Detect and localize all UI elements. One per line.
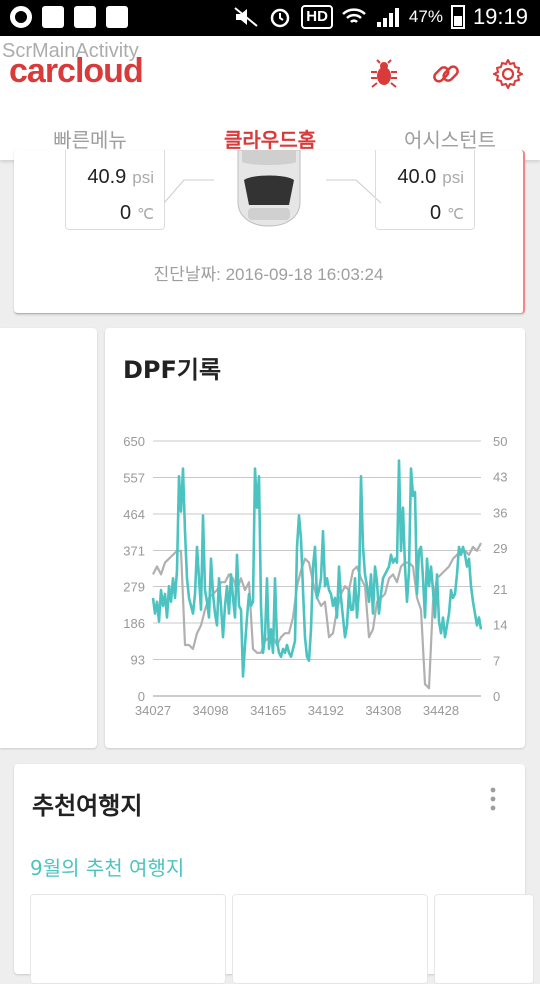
left-tire-pressure: 40.9	[87, 166, 127, 188]
dpf-chart: 6505574643712791869305043362921147034027…	[123, 434, 507, 718]
hd-badge: HD	[301, 5, 333, 29]
tire-status-card[interactable]: 40.9 psi 0 ℃ 40.0 psi 0 ℃ 진단날짜: 2016-09-18 1…	[14, 150, 525, 314]
left-tire-temp: 0	[120, 202, 132, 224]
chart-y-left-tick-label: 279	[123, 580, 145, 595]
facebook-notification-icon	[42, 6, 64, 28]
trip-card-title: 추천여행지	[32, 792, 143, 820]
chart-y-right-tick-label: 36	[493, 505, 507, 520]
diagnosis-date: 진단날짜: 2016-09-18 16:03:24	[153, 265, 384, 284]
left-connector-line	[164, 179, 214, 204]
more-options-icon[interactable]	[489, 786, 497, 812]
app-bar: carcloud ScrMainActivity 빠른메뉴 클라우드홈 어시스턴…	[0, 36, 540, 160]
chart-y-left-tick-label: 0	[138, 689, 145, 704]
chart-y-left-tick-label: 557	[123, 470, 145, 485]
chart-x-tick-label: 34308	[365, 703, 401, 718]
sync-notification-icon	[10, 6, 32, 28]
trip-card-subtitle: 9월의 추천 여행지	[30, 856, 185, 880]
activity-name-overlay: ScrMainActivity	[2, 40, 139, 62]
previous-card-stub[interactable]	[0, 328, 97, 748]
gear-icon[interactable]	[492, 58, 524, 90]
chart-y-right-tick-label: 21	[493, 582, 507, 597]
car-top-view-icon	[237, 150, 301, 227]
chart-y-left-tick-label: 93	[131, 653, 145, 668]
toolbar-actions	[368, 58, 524, 90]
chart-y-left-tick-label: 186	[123, 616, 145, 631]
chart-y-right-tick-label: 43	[493, 470, 507, 485]
bug-icon[interactable]	[368, 58, 400, 90]
right-tire-temp-unit: ℃	[447, 206, 464, 223]
recommended-trip-card[interactable]: 추천여행지 9월의 추천 여행지	[14, 764, 534, 984]
clock: 19:19	[472, 4, 528, 29]
right-tire-pressure-unit: psi	[442, 168, 464, 187]
wifi-icon	[342, 8, 366, 23]
right-tire-pressure: 40.0	[397, 166, 437, 188]
chart-y-left-tick-label: 371	[123, 543, 145, 558]
signal-icon	[376, 8, 399, 27]
trip-thumbnail[interactable]	[30, 894, 226, 984]
chart-y-right-tick-label: 29	[493, 541, 507, 556]
chart-y-right-tick-label: 14	[493, 618, 507, 633]
trip-thumbnail[interactable]	[434, 894, 534, 984]
chart-y-right-tick-label: 50	[493, 434, 507, 449]
chart-y-right-tick-label: 0	[493, 689, 500, 704]
notification-icons	[10, 6, 128, 28]
chart-y-right-tick-label: 7	[493, 653, 500, 668]
chart-x-tick-label: 34165	[250, 703, 286, 718]
battery-percent: 47%	[408, 7, 443, 26]
chart-x-tick-label: 34428	[423, 703, 459, 718]
link-icon[interactable]	[430, 58, 462, 90]
trip-thumbnail[interactable]	[232, 894, 428, 984]
left-tire-temp-unit: ℃	[137, 206, 154, 223]
chart-x-tick-label: 34192	[308, 703, 344, 718]
right-tire-temp: 0	[430, 202, 442, 224]
mail-notification-icon	[106, 6, 128, 28]
chart-x-tick-label: 34027	[135, 703, 171, 718]
chart-y-left-tick-label: 464	[123, 507, 145, 522]
left-tire-box: 40.9 psi 0 ℃	[65, 150, 165, 230]
chart-x-tick-label: 34098	[193, 703, 229, 718]
alarm-icon	[270, 8, 290, 28]
status-bar: HD 47% 19:19	[0, 0, 540, 36]
battery-icon	[450, 5, 465, 29]
dpf-record-card[interactable]: DPF기록 650 557 464 371 279 186 93 0 50 43 36 29 21 14 7…	[105, 328, 525, 748]
chart-y-left-tick-label: 650	[123, 434, 145, 449]
image-notification-icon	[74, 6, 96, 28]
left-tire-pressure-unit: psi	[132, 168, 154, 187]
mute-icon	[234, 7, 258, 27]
right-tire-box: 40.0 psi 0 ℃	[375, 150, 475, 230]
